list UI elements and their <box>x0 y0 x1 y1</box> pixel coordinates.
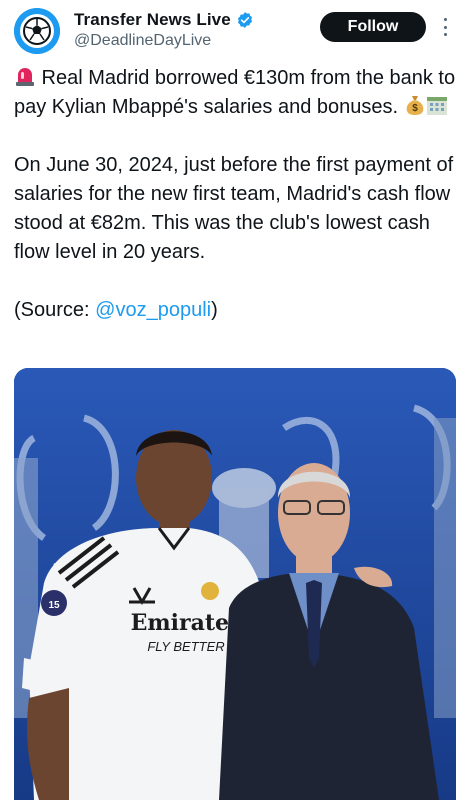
verified-badge-icon <box>237 12 252 28</box>
tweet-text: Real Madrid borrowed €130m from the bank… <box>14 64 459 325</box>
tweet-source: (Source: @voz_populi) <box>14 296 459 325</box>
siren-icon <box>16 68 34 86</box>
name-row: Transfer News Live <box>74 10 254 30</box>
trophy-icon <box>434 418 456 718</box>
jersey-sponsor-tagline: FLY BETTER <box>147 639 224 654</box>
tweet-photo[interactable]: 15 Emirates FLY BETTER <box>14 368 456 800</box>
money-bag-icon: $ <box>406 96 423 115</box>
source-link[interactable]: @voz_populi <box>95 299 211 321</box>
source-prefix: (Source: <box>14 299 96 321</box>
follow-button[interactable]: Follow <box>320 12 426 42</box>
jersey-sponsor: Emirates <box>131 610 242 636</box>
tweet-header: Transfer News Live @DeadlineDayLive Foll… <box>0 0 469 62</box>
source-suffix: ) <box>211 299 218 321</box>
more-options-icon[interactable] <box>437 16 453 38</box>
account-handle[interactable]: @DeadlineDayLive <box>74 32 211 50</box>
photo-illustration: 15 Emirates FLY BETTER <box>14 368 456 800</box>
svg-text:15: 15 <box>48 600 60 611</box>
tweet-paragraph-2: On June 30, 2024, just before the first … <box>14 154 454 263</box>
account-avatar[interactable] <box>14 8 60 54</box>
tweet-line-1: Real Madrid borrowed €130m from the bank… <box>14 67 456 118</box>
svg-text:$: $ <box>412 103 418 114</box>
display-name[interactable]: Transfer News Live <box>74 10 231 30</box>
football-icon <box>14 8 60 54</box>
bank-icon <box>426 97 447 115</box>
tweet-paragraph-1: Real Madrid borrowed €130m from the bank… <box>14 64 459 122</box>
